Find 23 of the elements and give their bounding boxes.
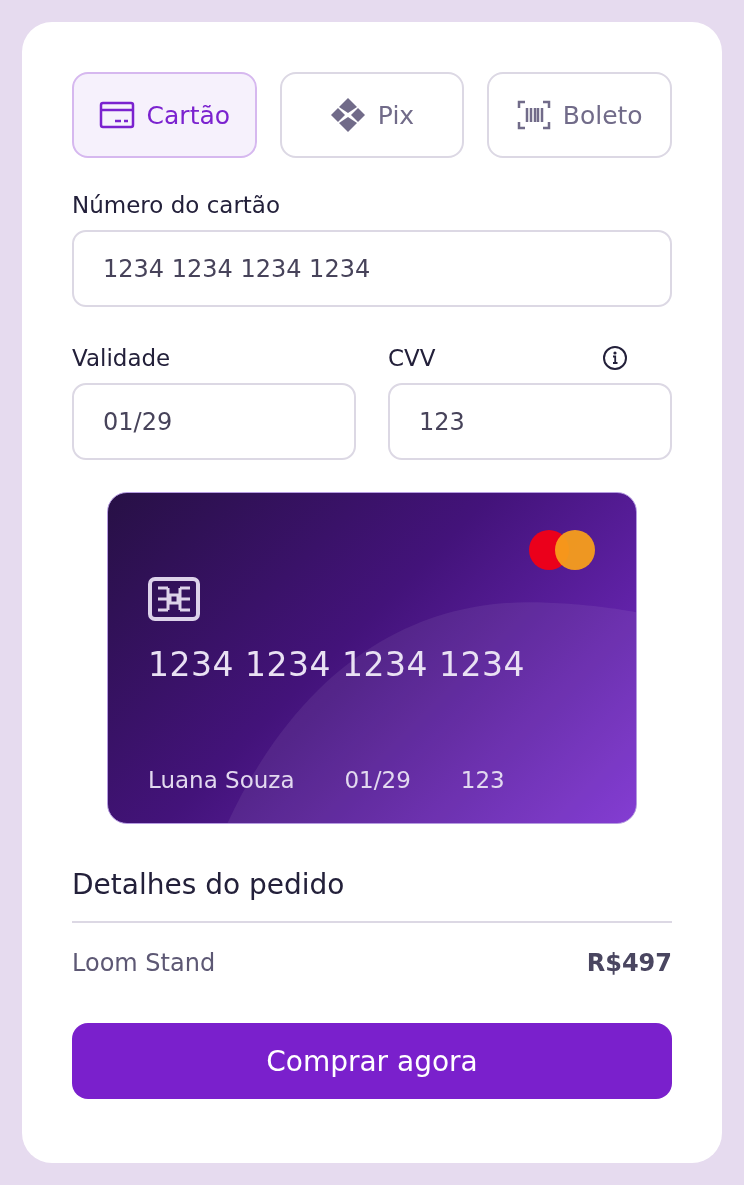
field-label: CVV [388, 345, 436, 371]
buy-now-button[interactable]: Comprar agora [72, 1023, 672, 1099]
card-number: 1234 1234 1234 1234 [148, 645, 526, 684]
barcode-icon [516, 100, 551, 130]
info-icon[interactable] [602, 345, 628, 371]
section-heading: Detalhes do pedido [72, 868, 672, 923]
card-holder-name: Luana Souza [148, 767, 295, 793]
diamond-icon [329, 97, 366, 133]
payment-method-tab[interactable]: Cartão [72, 72, 257, 158]
credit-card-icon [98, 101, 135, 129]
field-label: Validade [72, 345, 171, 371]
expiry-field[interactable]: 01/29 [72, 383, 356, 460]
cvv-field[interactable]: 123 [388, 383, 672, 460]
field-label: Número do cartão [72, 192, 282, 218]
card-cvv: 123 [460, 767, 505, 793]
payment-method-tab[interactable]: Boleto [487, 72, 672, 158]
item-price: R$497 [586, 949, 672, 977]
payment-method-tab[interactable]: Pix [279, 72, 465, 158]
item-name: Loom Stand [72, 949, 216, 977]
mastercard-logo-icon [528, 529, 596, 571]
card-expiry: 01/29 [344, 767, 411, 793]
card-number-field[interactable]: 1234 1234 1234 1234 [72, 230, 672, 307]
chip-icon [148, 577, 200, 621]
